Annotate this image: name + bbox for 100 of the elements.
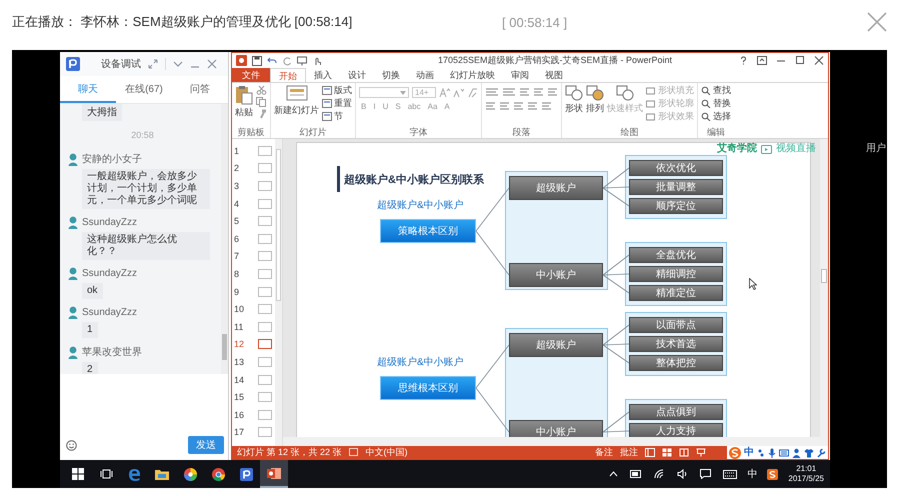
ribbon-tab[interactable]: 开始 — [270, 68, 306, 82]
battery-icon[interactable] — [630, 470, 642, 478]
ribbon-tab[interactable]: 设计 — [340, 68, 374, 82]
user-icon[interactable] — [792, 448, 801, 458]
reading-view-icon[interactable] — [679, 448, 689, 457]
shapes-icon[interactable] — [565, 85, 583, 101]
wrench-icon[interactable] — [817, 448, 826, 458]
ribbon-display-icon[interactable] — [757, 56, 767, 65]
chrome-icon[interactable] — [212, 468, 224, 480]
app-logo-icon[interactable] — [240, 468, 252, 480]
slide-thumbnail[interactable] — [258, 163, 272, 174]
format-button[interactable]: I — [371, 102, 378, 111]
slide-thumbnail[interactable] — [258, 322, 272, 332]
slide-sorter-icon[interactable] — [662, 448, 672, 457]
slide-thumbnail[interactable] — [258, 427, 272, 438]
comments-button[interactable]: 批注 — [620, 446, 638, 459]
presenter-icon[interactable] — [297, 56, 307, 66]
task-view-icon[interactable] — [100, 469, 112, 479]
slide-icon[interactable] — [286, 85, 308, 103]
ribbon-button[interactable]: 重置 — [322, 98, 352, 109]
volume-icon[interactable] — [677, 469, 688, 479]
format-button[interactable]: Aa — [426, 102, 440, 111]
ribbon-tab[interactable]: 幻灯片放映 — [442, 68, 503, 82]
decrease-indent-icon[interactable] — [519, 87, 530, 97]
scrollbar[interactable] — [283, 437, 828, 446]
align-center-icon[interactable] — [499, 101, 510, 111]
ribbon-tab[interactable]: 插入 — [306, 68, 340, 82]
slide-thumbnail[interactable] — [258, 180, 272, 191]
slide-thumbnail[interactable] — [258, 216, 272, 226]
increase-indent-icon[interactable] — [533, 87, 544, 97]
ribbon-tab[interactable]: 切换 — [374, 68, 408, 82]
layout-icon[interactable] — [322, 99, 332, 108]
redo-icon[interactable] — [282, 56, 292, 66]
slide-thumbnail[interactable] — [258, 234, 272, 244]
search-icon[interactable] — [701, 112, 711, 121]
justify-icon[interactable] — [527, 101, 538, 111]
microphone-icon[interactable] — [768, 448, 776, 458]
maximize-icon[interactable] — [795, 56, 805, 65]
shrink-font-icon[interactable] — [453, 88, 464, 98]
grow-font-icon[interactable] — [439, 88, 450, 98]
color-wheel-icon[interactable] — [184, 468, 196, 480]
ribbon-tab[interactable]: 动画 — [408, 68, 442, 82]
emoji-icon[interactable] — [66, 440, 77, 450]
chat-tab[interactable]: 问答 — [172, 76, 228, 103]
slide-thumbnail[interactable] — [258, 410, 272, 420]
close-icon[interactable] — [814, 56, 824, 65]
windows-icon[interactable] — [72, 468, 84, 480]
help-icon[interactable] — [739, 56, 748, 65]
powerpoint-logo-icon[interactable] — [267, 466, 281, 480]
ribbon-button[interactable]: 排列 — [586, 85, 604, 115]
format-button[interactable]: A — [442, 102, 452, 111]
paste-button[interactable]: 粘贴 — [235, 85, 253, 119]
font-name-field[interactable] — [359, 87, 409, 98]
slide-thumbnail[interactable] — [258, 198, 272, 209]
browser-icon[interactable] — [128, 468, 140, 480]
bullets-icon[interactable] — [485, 87, 499, 97]
line-spacing-icon[interactable] — [547, 87, 558, 97]
columns-icon[interactable] — [541, 101, 552, 111]
chat-tab[interactable]: 在线(67) — [116, 76, 172, 103]
ribbon-tab[interactable]: 视图 — [537, 68, 571, 82]
ribbon-button[interactable]: 替换 — [701, 98, 731, 109]
ribbon-button[interactable]: 选择 — [701, 111, 731, 122]
input-mode-indicator[interactable]: 中 — [747, 467, 758, 481]
send-button[interactable]: 发送 — [188, 436, 224, 454]
folder-icon[interactable] — [155, 468, 169, 480]
slide-thumbnail[interactable] — [258, 146, 272, 156]
slide-thumbnail[interactable] — [258, 356, 272, 367]
slide-thumbnail[interactable] — [258, 304, 272, 314]
cut-icon[interactable] — [256, 85, 267, 95]
scrollbar[interactable] — [820, 139, 828, 437]
save-icon[interactable] — [252, 56, 262, 66]
layout-icon[interactable] — [322, 86, 332, 95]
scrollbar[interactable] — [221, 104, 228, 374]
input-mode-indicator[interactable]: 中 — [744, 446, 754, 458]
clear-format-icon[interactable] — [467, 88, 478, 98]
search-icon[interactable] — [701, 99, 711, 108]
notification-icon[interactable] — [700, 469, 712, 479]
normal-view-icon[interactable] — [645, 448, 655, 457]
slideshow-icon[interactable] — [696, 448, 706, 457]
slide-thumbnail[interactable] — [258, 374, 272, 385]
expand-icon[interactable] — [148, 59, 158, 69]
language-indicator[interactable]: 中文(中国) — [366, 446, 408, 459]
undo-icon[interactable] — [267, 56, 277, 66]
ribbon-button[interactable]: 查找 — [701, 85, 731, 96]
chevron-up-icon[interactable] — [609, 471, 618, 477]
dropdown-arrow-icon[interactable] — [400, 90, 406, 94]
format-button[interactable]: S — [393, 102, 403, 111]
search-icon[interactable] — [701, 86, 711, 95]
ribbon-tab[interactable]: 审阅 — [503, 68, 537, 82]
ribbon-button[interactable]: 节 — [322, 111, 352, 122]
slide-thumbnail[interactable] — [258, 339, 272, 350]
notes-button[interactable]: 备注 — [595, 446, 613, 459]
shapes-icon[interactable] — [586, 85, 604, 101]
clipboard-icon[interactable] — [235, 85, 253, 105]
slide-thumbnail[interactable] — [258, 286, 272, 297]
chevron-down-icon[interactable] — [173, 59, 183, 69]
numbering-icon[interactable] — [502, 87, 516, 97]
slide-thumbnail[interactable] — [258, 268, 272, 279]
copy-icon[interactable] — [256, 97, 267, 107]
ribbon-button[interactable]: 形状 — [565, 85, 583, 115]
